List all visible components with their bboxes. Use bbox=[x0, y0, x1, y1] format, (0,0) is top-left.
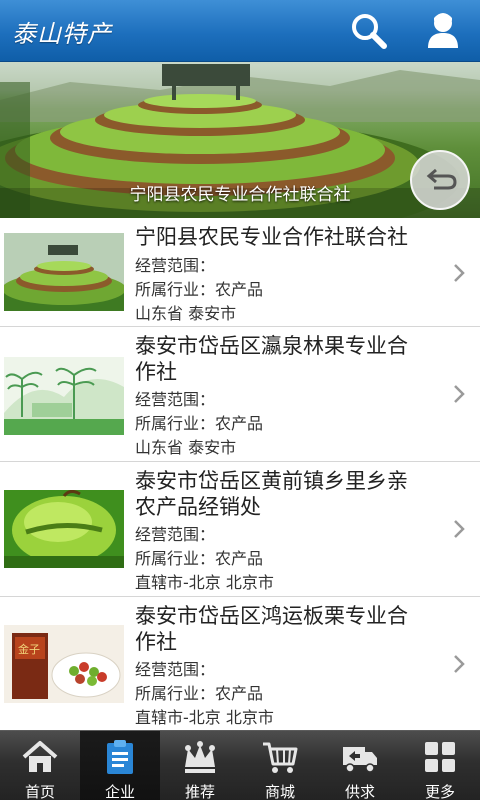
item-thumbnail: 金子 bbox=[4, 625, 124, 703]
chevron-right-icon bbox=[454, 520, 465, 538]
truck-icon bbox=[343, 747, 377, 773]
item-location: 山东省 泰安市 bbox=[135, 438, 237, 457]
list-item[interactable]: 宁阳县农民专业合作社联合社 经营范围： 所属行业：农产品 山东省 泰安市 bbox=[0, 218, 480, 327]
app-header: 泰山特产 bbox=[0, 0, 480, 62]
item-industry: 所属行业：农产品 bbox=[135, 414, 264, 433]
item-thumbnail bbox=[4, 233, 124, 311]
item-title-line2: 农产品经销处 bbox=[135, 495, 261, 519]
item-title: 泰安市岱岳区鸿运板栗专业合 bbox=[135, 604, 408, 628]
item-location: 直辖市-北京 北京市 bbox=[135, 573, 274, 592]
chevron-right-icon bbox=[454, 655, 465, 673]
nav-item-more[interactable]: 更多 bbox=[400, 731, 480, 800]
item-scope: 经营范围： bbox=[135, 256, 216, 275]
nav-label: 首页 bbox=[24, 783, 55, 800]
nav-item-mall[interactable]: 商城 bbox=[240, 731, 320, 800]
item-thumbnail bbox=[4, 490, 124, 568]
item-title: 宁阳县农民专业合作社联合社 bbox=[135, 225, 408, 249]
user-icon bbox=[428, 13, 458, 48]
cart-icon bbox=[263, 742, 298, 773]
nav-label: 供求 bbox=[344, 783, 375, 800]
list-item[interactable]: 泰安市岱岳区黄前镇乡里乡亲 农产品经销处 经营范围： 所属行业：农产品 直辖市-… bbox=[0, 462, 480, 597]
thumbnail-brand-text: 金子 bbox=[18, 642, 40, 656]
nav-label: 更多 bbox=[424, 783, 455, 800]
item-title: 泰安市岱岳区瀛泉林果专业合 bbox=[135, 334, 408, 358]
nav-item-supply[interactable]: 供求 bbox=[320, 731, 400, 800]
crown-icon bbox=[185, 741, 215, 773]
home-icon bbox=[22, 741, 58, 772]
list-item[interactable]: 金子 泰安市岱岳区鸿运板栗专业合 作社 经营范围： 所属行业：农产品 直辖市-北… bbox=[0, 597, 480, 730]
item-industry: 所属行业：农产品 bbox=[135, 684, 264, 703]
item-location: 山东省 泰安市 bbox=[135, 304, 237, 323]
search-button[interactable] bbox=[346, 8, 392, 54]
user-button[interactable] bbox=[420, 8, 466, 54]
app-title: 泰山特产 bbox=[12, 20, 112, 48]
item-industry: 所属行业：农产品 bbox=[135, 549, 264, 568]
nav-item-recommend[interactable]: 推荐 bbox=[160, 731, 240, 800]
item-scope: 经营范围： bbox=[135, 660, 216, 679]
nav-label: 企业 bbox=[104, 783, 135, 800]
item-thumbnail bbox=[4, 357, 124, 435]
nav-label: 商城 bbox=[264, 783, 295, 800]
list-item[interactable]: 泰安市岱岳区瀛泉林果专业合 作社 经营范围： 所属行业：农产品 山东省 泰安市 bbox=[0, 327, 480, 462]
item-title-line2: 作社 bbox=[135, 360, 177, 384]
back-button[interactable] bbox=[408, 148, 472, 212]
grid-icon bbox=[425, 742, 455, 772]
search-icon bbox=[352, 14, 387, 49]
chevron-right-icon bbox=[454, 385, 465, 403]
item-scope: 经营范围： bbox=[135, 390, 216, 409]
featured-banner[interactable]: 宁阳县农民专业合作社联合社 bbox=[0, 62, 480, 218]
back-arrow-icon bbox=[410, 150, 470, 210]
clipboard-icon bbox=[107, 740, 133, 774]
item-title-line2: 作社 bbox=[135, 630, 177, 654]
item-location: 直辖市-北京 北京市 bbox=[135, 708, 274, 727]
item-industry: 所属行业：农产品 bbox=[135, 280, 264, 299]
item-title: 泰安市岱岳区黄前镇乡里乡亲 bbox=[135, 469, 408, 493]
chevron-right-icon bbox=[454, 264, 465, 282]
nav-item-company[interactable]: 企业 bbox=[80, 731, 160, 800]
bottom-nav: 首页 企业 推荐 商城 供求 更多 bbox=[0, 730, 480, 800]
item-scope: 经营范围： bbox=[135, 525, 216, 544]
nav-item-home[interactable]: 首页 bbox=[0, 731, 80, 800]
nav-label: 推荐 bbox=[184, 783, 215, 800]
